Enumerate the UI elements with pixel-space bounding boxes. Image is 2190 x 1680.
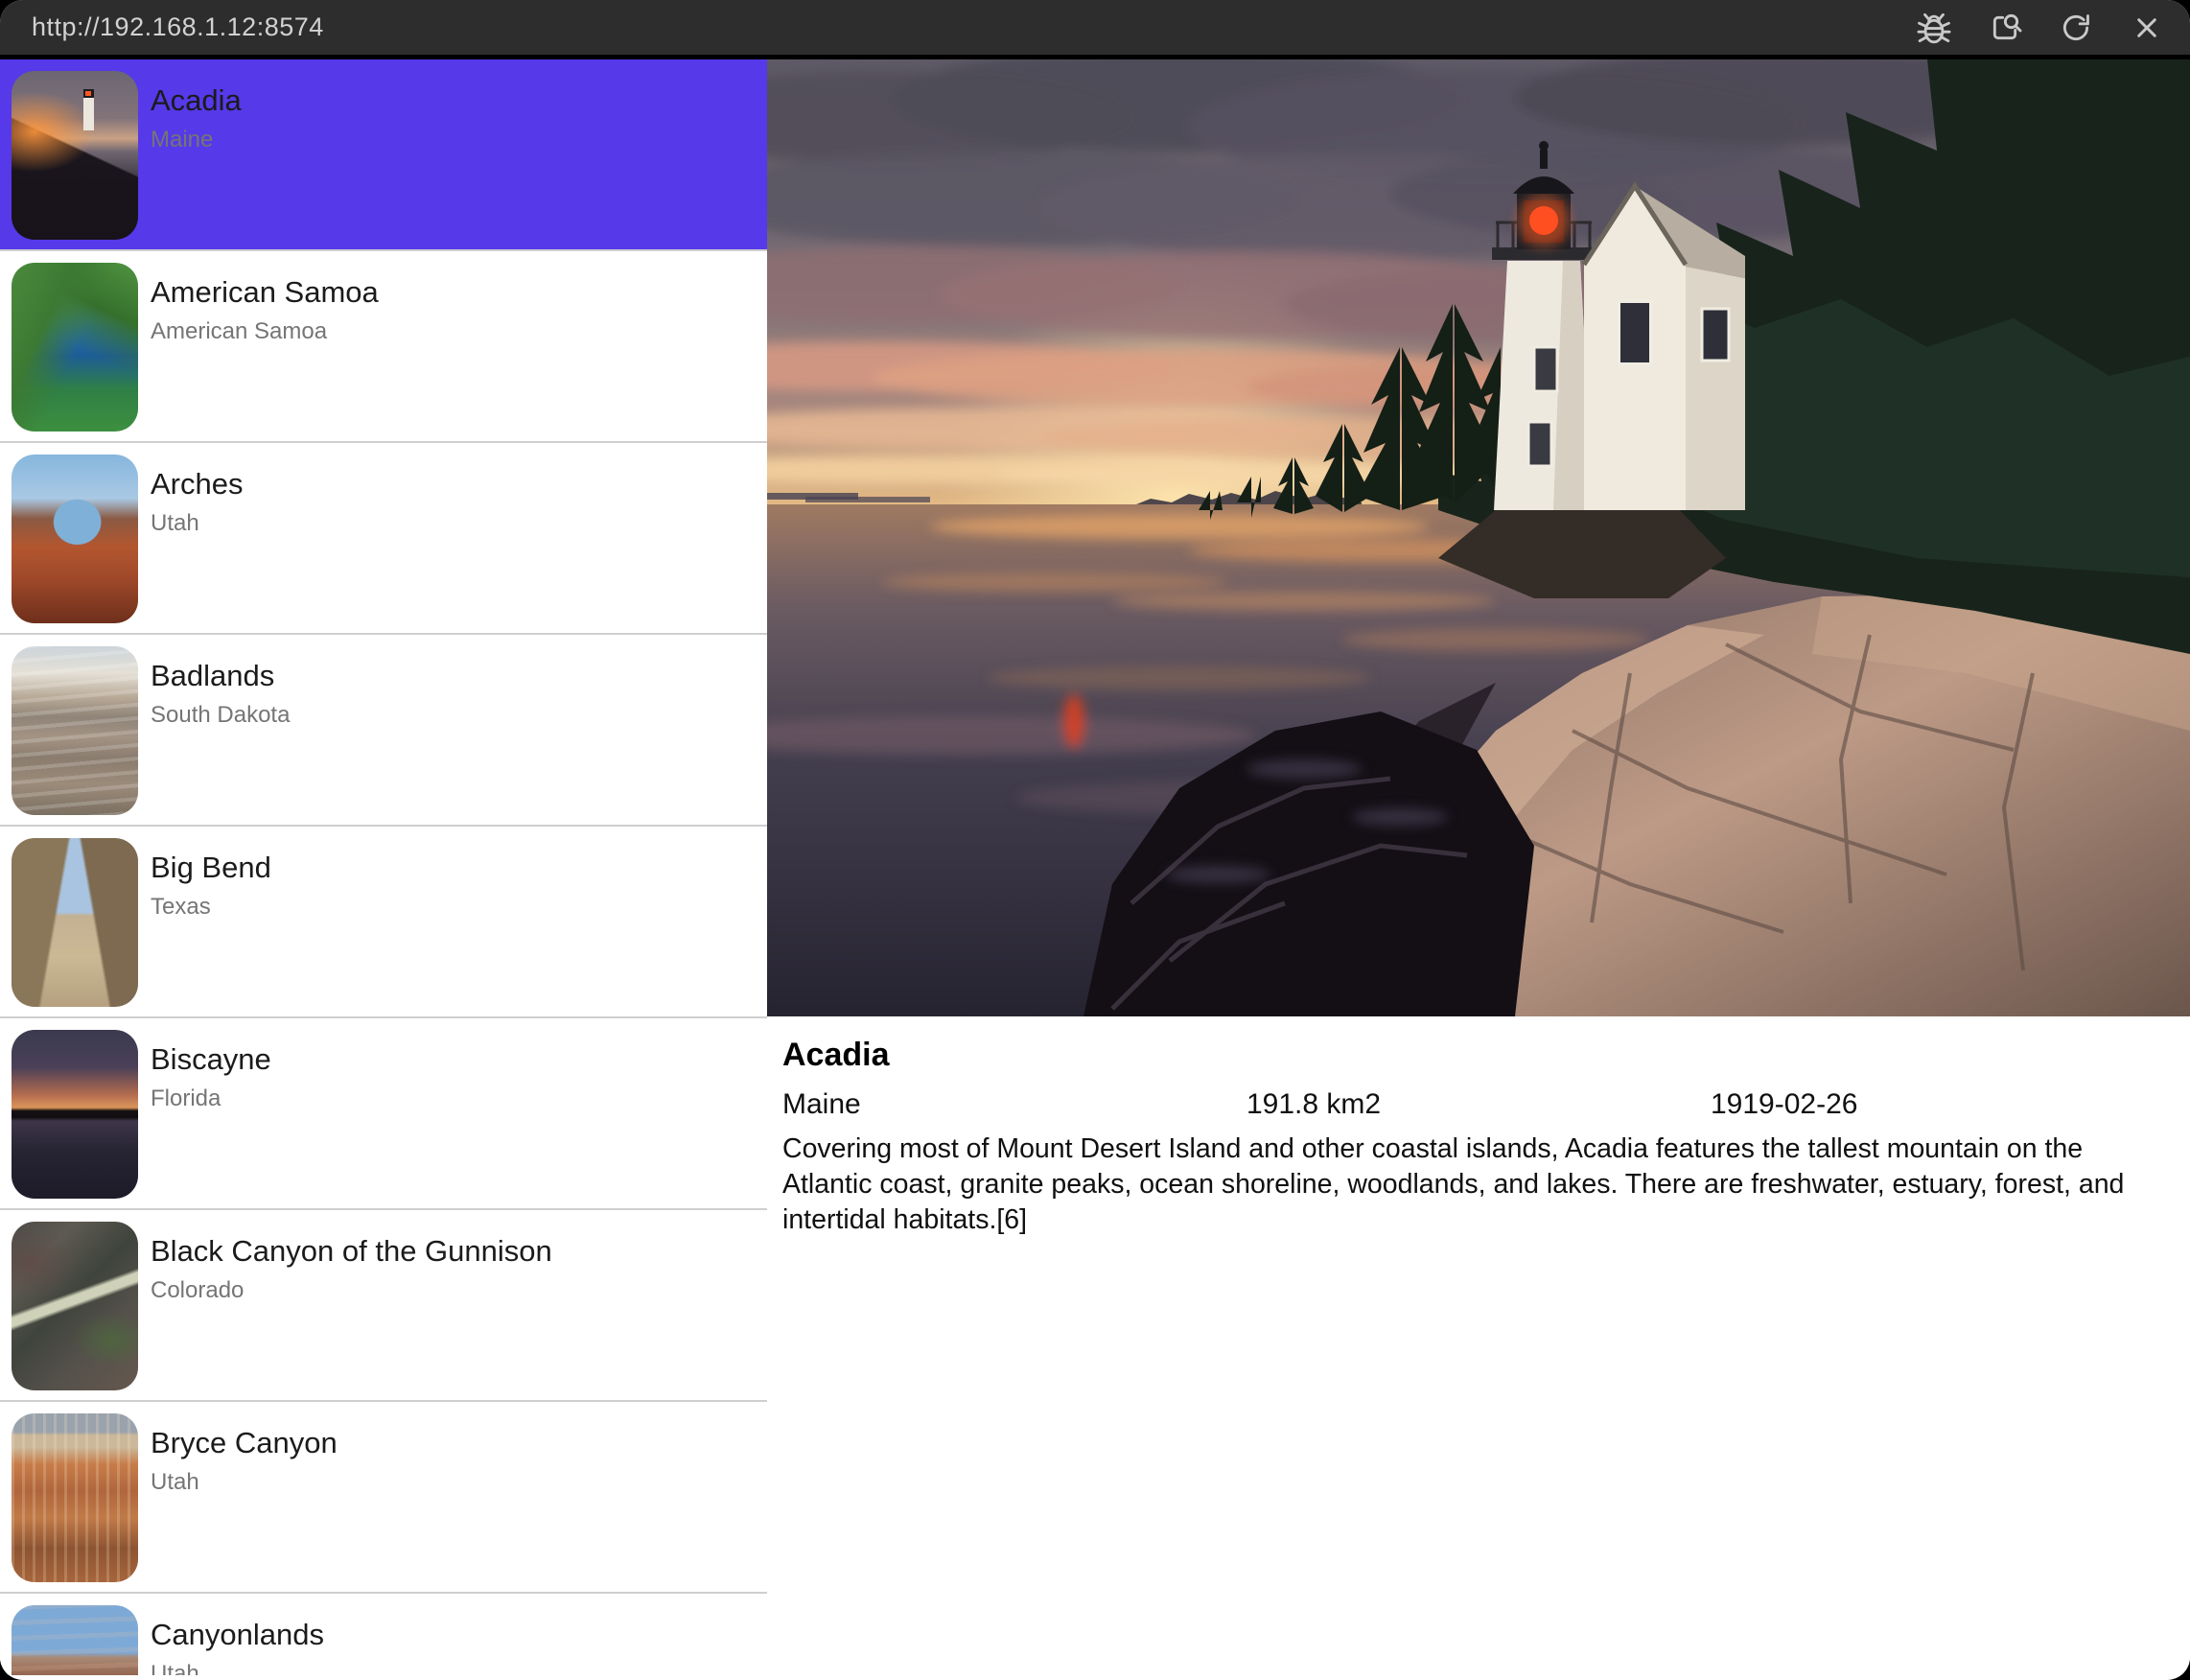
park-text: Badlands South Dakota (151, 658, 290, 729)
url-bar[interactable]: http://192.168.1.12:8574 (32, 12, 324, 42)
park-thumbnail (12, 263, 138, 432)
park-text: Big Bend Texas (151, 850, 271, 921)
park-title: Biscayne (151, 1041, 271, 1077)
debug-bug-icon[interactable] (1916, 10, 1952, 46)
park-thumbnail (12, 71, 138, 240)
park-list: Acadia Maine American Samoa American Sam… (0, 59, 767, 1675)
inspect-element-icon[interactable] (1987, 10, 2023, 46)
park-state: Texas (151, 893, 271, 921)
park-list-item[interactable]: Big Bend Texas (0, 827, 767, 1018)
detail-state: Maine (782, 1087, 1246, 1122)
park-thumbnail (12, 1222, 138, 1390)
park-thumbnail (12, 1605, 138, 1675)
park-text: Acadia Maine (151, 82, 242, 153)
toolbar-icons (1916, 10, 2165, 46)
close-icon[interactable] (2129, 10, 2165, 46)
park-photo (767, 59, 2190, 1016)
park-title: Arches (151, 466, 243, 502)
lighthouse-mini (83, 89, 94, 130)
park-text: Arches Utah (151, 466, 243, 537)
park-state: Florida (151, 1085, 271, 1112)
park-list-item[interactable]: Badlands South Dakota (0, 635, 767, 827)
park-state: American Samoa (151, 317, 379, 345)
park-state: South Dakota (151, 701, 290, 729)
park-text: Canyonlands Utah (151, 1617, 324, 1675)
detail-description: Covering most of Mount Desert Island and… (782, 1132, 2175, 1238)
park-title: Canyonlands (151, 1617, 324, 1652)
park-title: Black Canyon of the Gunnison (151, 1233, 552, 1269)
detail-established-date: 1919-02-26 (1711, 1087, 2175, 1122)
detail-meta-row: Maine 191.8 km2 1919-02-26 (782, 1087, 2175, 1122)
app-window: http://192.168.1.12:8574 (0, 0, 2190, 1680)
park-list-item[interactable]: Black Canyon of the Gunnison Colorado (0, 1210, 767, 1402)
park-state: Utah (151, 1660, 324, 1675)
park-thumbnail (12, 455, 138, 623)
park-thumbnail (12, 646, 138, 815)
park-state: Utah (151, 1468, 338, 1496)
park-title: Acadia (151, 82, 242, 118)
park-text: Biscayne Florida (151, 1041, 271, 1112)
browser-toolbar: http://192.168.1.12:8574 (0, 0, 2190, 59)
park-details: Acadia Maine 191.8 km2 1919-02-26 Coveri… (767, 1016, 2190, 1238)
park-title: Big Bend (151, 850, 271, 885)
park-state: Utah (151, 509, 243, 537)
content-area: Acadia Maine American Samoa American Sam… (0, 59, 2190, 1675)
acadia-lighthouse-photo (767, 59, 2190, 1016)
park-state: Colorado (151, 1276, 552, 1304)
park-list-item[interactable]: Acadia Maine (0, 59, 767, 251)
park-text: Bryce Canyon Utah (151, 1425, 338, 1496)
park-thumbnail (12, 838, 138, 1007)
detail-title: Acadia (782, 1036, 2175, 1074)
detail-area: 191.8 km2 (1246, 1087, 1711, 1122)
park-title: Bryce Canyon (151, 1425, 338, 1460)
park-thumbnail (12, 1030, 138, 1199)
park-list-item[interactable]: Canyonlands Utah (0, 1594, 767, 1675)
refresh-icon[interactable] (2058, 10, 2094, 46)
park-state: Maine (151, 126, 242, 153)
park-thumbnail (12, 1413, 138, 1582)
park-list-item[interactable]: Bryce Canyon Utah (0, 1402, 767, 1594)
park-text: Black Canyon of the Gunnison Colorado (151, 1233, 552, 1304)
park-list-item[interactable]: American Samoa American Samoa (0, 251, 767, 443)
park-list-item[interactable]: Biscayne Florida (0, 1018, 767, 1210)
park-list-item[interactable]: Arches Utah (0, 443, 767, 635)
detail-pane: Acadia Maine 191.8 km2 1919-02-26 Coveri… (767, 59, 2190, 1675)
park-title: American Samoa (151, 274, 379, 310)
park-title: Badlands (151, 658, 290, 693)
park-text: American Samoa American Samoa (151, 274, 379, 345)
